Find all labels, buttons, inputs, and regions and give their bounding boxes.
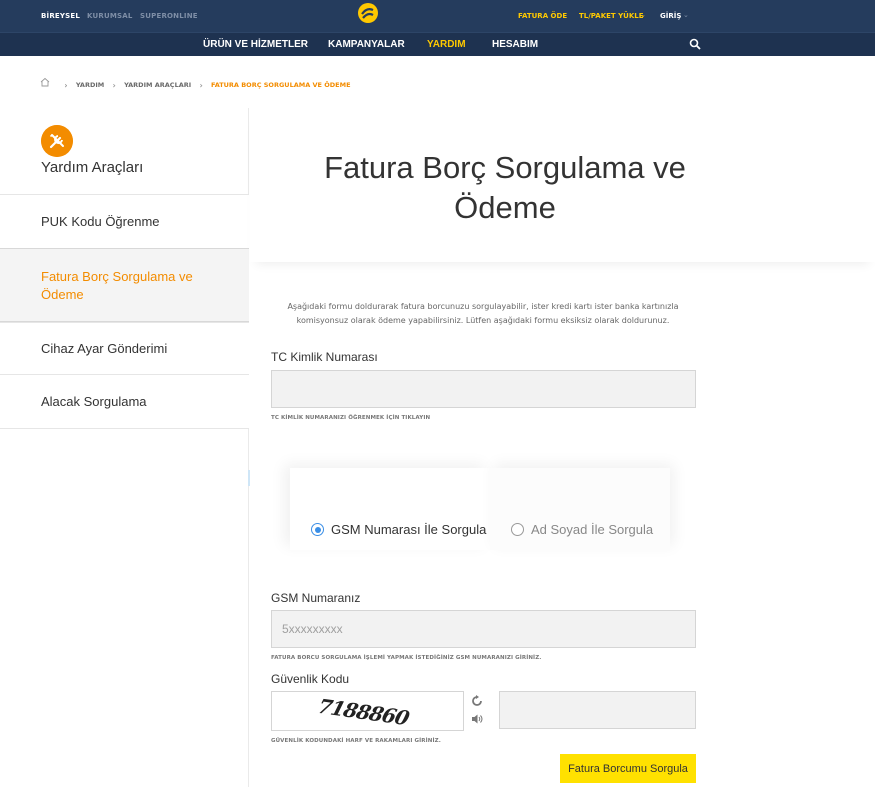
sidebar-item-label: PUK Kodu Öğrenme	[41, 214, 160, 229]
segment-kurumsal-link[interactable]: KURUMSAL	[87, 12, 133, 20]
segment-superonline-link[interactable]: SUPERONLINE	[140, 12, 198, 20]
sidebar-item-label: Fatura Borç Sorgulama ve Ödeme	[41, 269, 193, 302]
captcha-text: 7188860	[312, 694, 414, 730]
sidebar-item-puk-kodu[interactable]: PUK Kodu Öğrenme	[0, 194, 249, 248]
chevron-down-icon[interactable]: ⌄	[683, 11, 689, 19]
search-icon[interactable]	[689, 38, 701, 50]
guvenlik-kodu-hint: GÜVENLİK KODUNDAKİ HARF VE RAKAMLARI GİR…	[271, 738, 441, 744]
breadcrumb: › YARDIM › YARDIM ARAÇLARI › FATURA BORÇ…	[40, 77, 351, 91]
breadcrumb-separator-icon: ›	[64, 80, 68, 90]
divider	[248, 470, 250, 486]
tab-ad-soyad-ile-sorgula[interactable]: Ad Soyad İle Sorgula	[490, 468, 670, 550]
giris-link[interactable]: GİRİŞ	[660, 12, 681, 20]
sidebar-item-alacak-sorgulama[interactable]: Alacak Sorgulama	[0, 374, 249, 429]
sidebar-title: Yardım Araçları	[41, 159, 144, 176]
tc-kimlik-input[interactable]	[271, 370, 696, 408]
fatura-ode-link[interactable]: FATURA ÖDE	[518, 12, 567, 20]
guvenlik-kodu-input[interactable]	[499, 691, 696, 729]
tl-paket-yukle-link[interactable]: TL/PAKET YÜKLE	[579, 12, 644, 20]
refresh-icon[interactable]	[471, 695, 483, 707]
top-bar: BİREYSEL KURUMSAL SUPERONLINE FATURA ÖDE…	[0, 0, 875, 32]
nav-item-kampanyalar[interactable]: KAMPANYALAR	[328, 39, 405, 50]
turkcell-logo-icon[interactable]	[355, 0, 381, 24]
breadcrumb-yardim-link[interactable]: YARDIM	[76, 81, 104, 89]
fatura-borcumu-sorgula-button[interactable]: Fatura Borcumu Sorgula	[560, 754, 696, 783]
guvenlik-kodu-label: Güvenlik Kodu	[271, 672, 350, 686]
gsm-hint: FATURA BORCU SORGULAMA İŞLEMİ YAPMAK İST…	[271, 655, 542, 661]
sidebar-item-label: Cihaz Ayar Gönderimi	[41, 341, 168, 356]
sidebar: Yardım Araçları PUK Kodu Öğrenme Fatura …	[0, 108, 249, 787]
tab-gsm-ile-sorgula[interactable]: GSM Numarası İle Sorgula	[290, 468, 490, 550]
captcha-image: 7188860	[271, 691, 464, 731]
nav-item-urun-ve-hizmetler[interactable]: ÜRÜN VE HİZMETLER	[203, 39, 308, 50]
tools-icon	[41, 125, 73, 157]
segment-bireysel-link[interactable]: BİREYSEL	[41, 12, 80, 20]
intro-text: Aşağıdaki formu doldurarak fatura borcun…	[287, 302, 679, 325]
sidebar-item-cihaz-ayar[interactable]: Cihaz Ayar Gönderimi	[0, 322, 249, 374]
page: BİREYSEL KURUMSAL SUPERONLINE FATURA ÖDE…	[0, 0, 875, 787]
gsm-numarasi-input[interactable]	[271, 610, 696, 648]
tab-label: Ad Soyad İle Sorgula	[531, 522, 654, 537]
radio-gsm[interactable]	[311, 523, 324, 536]
nav-item-hesabim[interactable]: HESABIM	[492, 39, 538, 50]
radio-ad-soyad[interactable]	[511, 523, 524, 536]
nav-item-yardim[interactable]: YARDIM	[427, 39, 466, 50]
main-nav: ÜRÜN VE HİZMETLER KAMPANYALAR YARDIM HES…	[0, 32, 875, 56]
page-title: Fatura Borç Sorgulama ve Ödeme	[324, 150, 686, 225]
breadcrumb-current: FATURA BORÇ SORGULAMA VE ÖDEME	[211, 81, 351, 89]
tc-kimlik-label: TC Kimlik Numarası	[271, 350, 378, 364]
speaker-icon[interactable]	[471, 713, 483, 725]
home-icon[interactable]	[40, 77, 50, 87]
sidebar-item-fatura-borc[interactable]: Fatura Borç Sorgulama ve Ödeme	[0, 248, 249, 322]
gsm-numarasi-label: GSM Numaranız	[271, 591, 361, 605]
breadcrumb-yardim-araclari-link[interactable]: YARDIM ARAÇLARI	[124, 81, 191, 89]
chevron-down-icon[interactable]: ⌄	[640, 11, 646, 19]
breadcrumb-separator-icon: ›	[112, 80, 116, 90]
tab-label: GSM Numarası İle Sorgula	[331, 522, 487, 537]
page-header-card: Fatura Borç Sorgulama ve Ödeme	[250, 108, 875, 262]
breadcrumb-separator-icon: ›	[199, 80, 203, 90]
sidebar-item-label: Alacak Sorgulama	[41, 394, 147, 409]
tc-kimlik-help-link[interactable]: TC KİMLİK NUMARANIZI ÖĞRENMEK İÇİN TIKLA…	[271, 415, 430, 421]
